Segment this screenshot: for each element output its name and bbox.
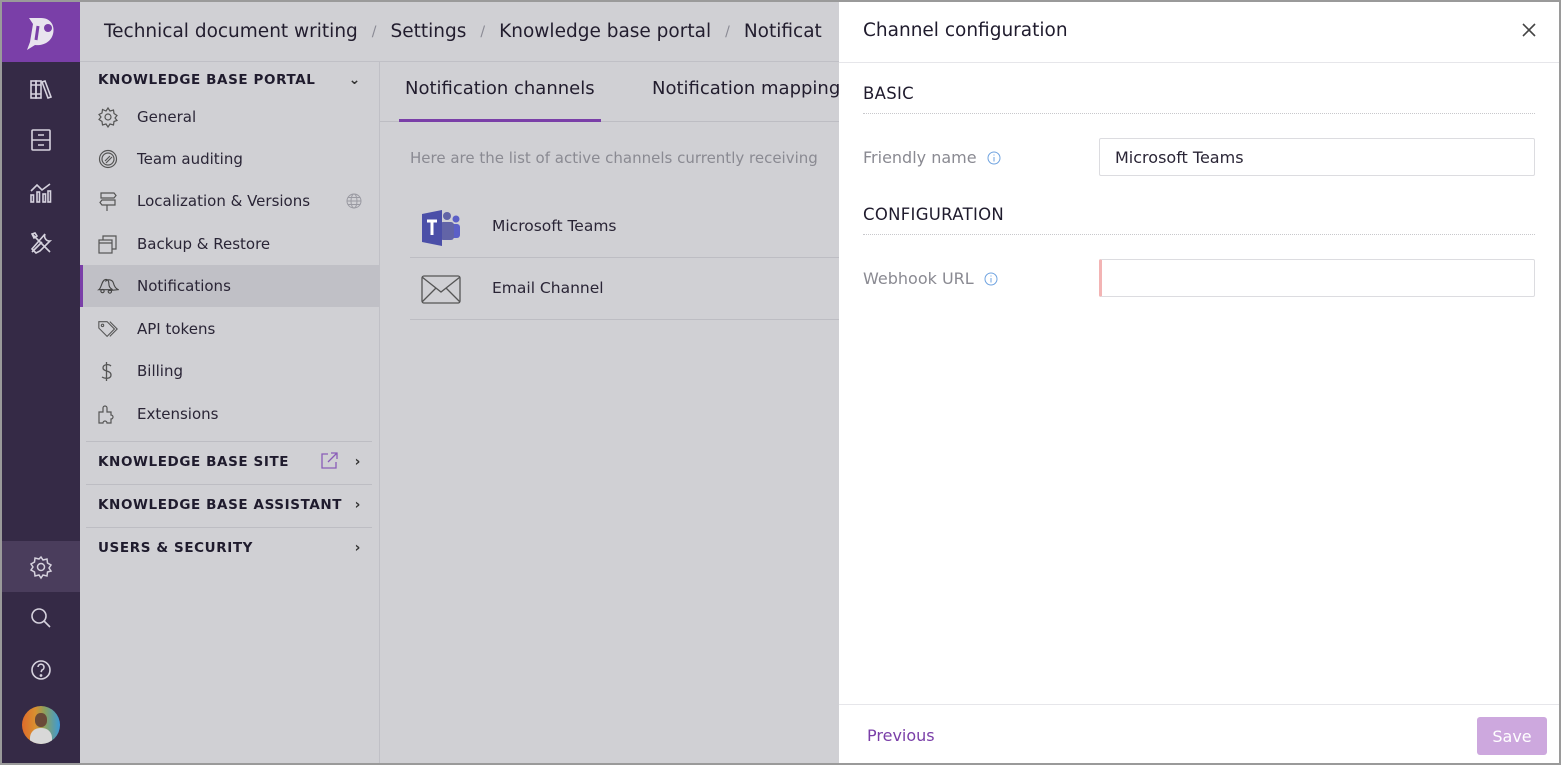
breadcrumb-item-portal[interactable]: Knowledge base portal	[499, 21, 711, 42]
app-logo[interactable]	[2, 2, 80, 62]
section-knowledge-base-assistant[interactable]: KNOWLEDGE BASE ASSISTANT ›	[98, 487, 361, 523]
breadcrumb-separator: /	[371, 23, 377, 40]
sidebar-item-localization[interactable]: Localization & Versions	[80, 180, 380, 222]
bell-icon	[97, 278, 119, 294]
chevron-right-icon: ›	[354, 540, 361, 556]
section-title: KNOWLEDGE BASE ASSISTANT	[98, 497, 343, 513]
drawer-header: Channel configuration	[839, 2, 1559, 63]
settings-sidebar: KNOWLEDGE BASE PORTAL ⌄ General Team aud…	[80, 62, 380, 763]
tools-icon[interactable]	[2, 218, 80, 268]
section-divider	[86, 527, 372, 528]
channel-configuration-drawer: Channel configuration BASIC Friendly nam…	[839, 2, 1559, 763]
puzzle-icon	[98, 405, 114, 424]
drawer-footer: Previous Save	[839, 704, 1559, 763]
breadcrumb-item-notifications: Notificat	[743, 21, 822, 42]
signpost-icon	[99, 192, 117, 211]
webhook-url-label: Webhook URL	[863, 269, 998, 288]
chevron-right-icon: ›	[354, 454, 361, 470]
main-content: Notification channels Notification mappi…	[380, 62, 840, 763]
sidebar-item-label: General	[137, 108, 197, 126]
audit-icon	[98, 149, 118, 169]
avatar-body	[30, 728, 52, 744]
sidebar-item-backup-restore[interactable]: Backup & Restore	[80, 223, 380, 265]
section-divider	[86, 441, 372, 442]
dollar-icon	[101, 362, 112, 381]
app-window: Technical document writing / Settings / …	[2, 2, 1559, 763]
previous-button[interactable]: Previous	[867, 726, 935, 745]
sidebar-item-label: Notifications	[137, 277, 231, 295]
drawer-title: Channel configuration	[863, 20, 1068, 41]
external-link-icon[interactable]	[319, 451, 339, 471]
teams-icon	[422, 210, 460, 246]
gear-icon	[98, 106, 119, 128]
section-title: KNOWLEDGE BASE PORTAL	[98, 72, 316, 88]
sidebar-item-label: Team auditing	[137, 150, 243, 168]
sidebar-item-extensions[interactable]: Extensions	[80, 393, 380, 435]
logo-icon	[27, 18, 54, 50]
section-title: KNOWLEDGE BASE SITE	[98, 454, 290, 470]
sidebar-item-label: Billing	[137, 362, 183, 380]
channels-description: Here are the list of active channels cur…	[410, 149, 818, 167]
sidebar-item-billing[interactable]: Billing	[80, 350, 380, 392]
channel-row-email[interactable]: Email Channel	[410, 258, 840, 320]
section-title: USERS & SECURITY	[98, 540, 254, 556]
friendly-name-input[interactable]	[1099, 138, 1535, 176]
sidebar-item-notifications[interactable]: Notifications	[80, 265, 380, 307]
sidebar-item-label: Backup & Restore	[137, 235, 271, 253]
section-divider	[86, 484, 372, 485]
breadcrumb-item-settings[interactable]: Settings	[391, 21, 467, 42]
settings-icon[interactable]	[2, 541, 80, 592]
section-users-security[interactable]: USERS & SECURITY ›	[98, 530, 361, 566]
sidebar-item-label: Extensions	[137, 405, 219, 423]
analytics-icon[interactable]	[2, 167, 80, 217]
backup-icon	[98, 235, 117, 254]
tab-notification-mapping[interactable]: Notification mapping	[652, 78, 840, 99]
email-icon	[421, 275, 461, 304]
sidebar-item-general[interactable]: General	[80, 96, 380, 138]
cabinet-icon[interactable]	[2, 115, 80, 165]
webhook-url-input[interactable]	[1099, 259, 1535, 297]
chevron-right-icon: ›	[354, 497, 361, 513]
section-knowledge-base-site[interactable]: KNOWLEDGE BASE SITE ›	[98, 444, 361, 480]
globe-icon[interactable]	[346, 193, 362, 209]
library-icon[interactable]	[2, 64, 80, 114]
sidebar-item-label: Localization & Versions	[137, 192, 311, 210]
webhook-url-label-text: Webhook URL	[863, 269, 974, 288]
avatar-head	[35, 713, 47, 727]
info-icon[interactable]	[987, 151, 1001, 165]
friendly-name-label: Friendly name	[863, 148, 1001, 167]
user-avatar[interactable]	[22, 706, 60, 744]
sidebar-item-label: API tokens	[137, 320, 216, 338]
channel-row-teams[interactable]: Microsoft Teams	[410, 196, 840, 258]
section-configuration: CONFIGURATION	[863, 205, 1535, 235]
friendly-name-label-text: Friendly name	[863, 148, 977, 167]
icon-rail	[2, 2, 80, 763]
tag-icon	[98, 321, 118, 338]
help-icon[interactable]	[2, 645, 80, 695]
search-icon[interactable]	[2, 593, 80, 643]
tab-bar: Notification channels Notification mappi…	[380, 62, 840, 122]
info-icon[interactable]	[984, 272, 998, 286]
tab-notification-channels[interactable]: Notification channels	[399, 78, 601, 122]
breadcrumb-separator: /	[480, 23, 486, 40]
section-basic: BASIC	[863, 84, 1535, 114]
breadcrumb-separator: /	[725, 23, 730, 40]
breadcrumb-item-project[interactable]: Technical document writing	[104, 21, 358, 42]
chevron-down-icon: ⌄	[348, 72, 361, 88]
sidebar-item-team-auditing[interactable]: Team auditing	[80, 138, 380, 180]
sidebar-item-api-tokens[interactable]: API tokens	[80, 308, 380, 350]
section-knowledge-base-portal[interactable]: KNOWLEDGE BASE PORTAL ⌄	[98, 62, 361, 98]
save-button[interactable]: Save	[1477, 717, 1547, 755]
channel-label: Microsoft Teams	[492, 217, 617, 235]
channel-label: Email Channel	[492, 279, 604, 297]
close-icon[interactable]	[1517, 18, 1541, 42]
